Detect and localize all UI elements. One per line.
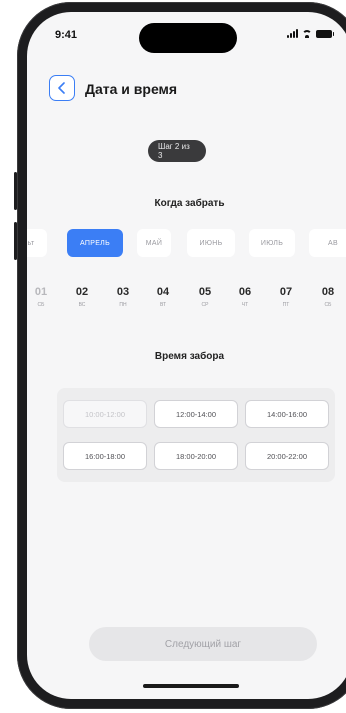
day-item[interactable]: 07 ПТ xyxy=(271,274,301,318)
status-time: 9:41 xyxy=(55,29,78,41)
month-tab-april[interactable]: АПРЕЛЬ xyxy=(67,229,123,257)
time-slot[interactable]: 10:00-12:00 xyxy=(63,400,147,428)
month-selector: ьт АПРЕЛЬ МАЙ ИЮНЬ ИЮЛЬ АВ xyxy=(27,229,346,257)
battery-icon xyxy=(316,29,334,38)
side-button-left-lower xyxy=(14,222,17,260)
side-button-left xyxy=(14,172,17,210)
day-item[interactable]: 05 СР xyxy=(190,274,220,318)
day-number: 01 xyxy=(34,285,48,298)
day-item[interactable]: 01 СБ xyxy=(27,274,56,318)
day-weekday: ВТ xyxy=(159,301,167,308)
time-slot[interactable]: 20:00-22:00 xyxy=(245,442,329,470)
time-slot[interactable]: 16:00-18:00 xyxy=(63,442,147,470)
day-item[interactable]: 06 ЧТ xyxy=(230,274,260,318)
day-item[interactable]: 08 СБ xyxy=(313,274,343,318)
day-selector: 01 СБ 02 ВС 03 ПН 04 ВТ 05 СР 06 ЧТ 07 П… xyxy=(27,274,346,320)
signal-icon xyxy=(287,29,298,38)
time-slots-panel: 10:00-12:00 12:00-14:00 14:00-16:00 16:0… xyxy=(57,388,335,482)
month-tab-prev[interactable]: ьт xyxy=(27,229,47,257)
page-title: Дата и время xyxy=(85,81,178,97)
step-indicator: Шаг 2 из 3 xyxy=(148,140,206,162)
day-weekday: ЧТ xyxy=(241,301,249,308)
day-number: 05 xyxy=(198,285,212,298)
day-weekday: ПН xyxy=(119,301,127,308)
day-weekday: СБ xyxy=(37,301,45,308)
day-item[interactable]: 04 ВТ xyxy=(148,274,178,318)
day-item[interactable]: 03 ПН xyxy=(108,274,138,318)
back-button[interactable] xyxy=(49,75,75,101)
next-step-button[interactable]: Следующий шаг xyxy=(89,627,317,661)
wifi-icon xyxy=(302,29,312,38)
month-tab-july[interactable]: ИЮЛЬ xyxy=(249,229,295,257)
time-slot[interactable]: 18:00-20:00 xyxy=(154,442,238,470)
day-number: 07 xyxy=(279,285,293,298)
phone-frame: 9:41 Дата и время Шаг 2 из 3 Когда забра… xyxy=(14,2,346,709)
pickup-date-title: Когда забрать xyxy=(154,198,225,209)
time-slot[interactable]: 14:00-16:00 xyxy=(245,400,329,428)
pickup-time-title: Время забора xyxy=(154,351,225,362)
time-slot[interactable]: 12:00-14:00 xyxy=(154,400,238,428)
day-item[interactable]: 02 ВС xyxy=(67,274,97,318)
month-tab-june[interactable]: ИЮНЬ xyxy=(187,229,235,257)
day-number: 06 xyxy=(238,285,252,298)
day-weekday: СБ xyxy=(324,301,332,308)
chevron-left-icon xyxy=(58,82,65,94)
app-screen: 9:41 Дата и время Шаг 2 из 3 Когда забра… xyxy=(27,12,346,699)
day-weekday: СР xyxy=(201,301,209,308)
status-icons xyxy=(287,29,334,38)
month-tab-next[interactable]: АВ xyxy=(309,229,346,257)
stage: 9:41 Дата и время Шаг 2 из 3 Когда забра… xyxy=(0,0,346,713)
day-weekday: ВС xyxy=(78,301,86,308)
day-number: 08 xyxy=(321,285,335,298)
month-tab-may[interactable]: МАЙ xyxy=(137,229,171,257)
home-indicator xyxy=(143,684,239,688)
day-number: 03 xyxy=(116,285,130,298)
day-number: 04 xyxy=(156,285,170,298)
day-number: 02 xyxy=(75,285,89,298)
dynamic-island xyxy=(139,23,237,53)
day-weekday: ПТ xyxy=(282,301,290,308)
